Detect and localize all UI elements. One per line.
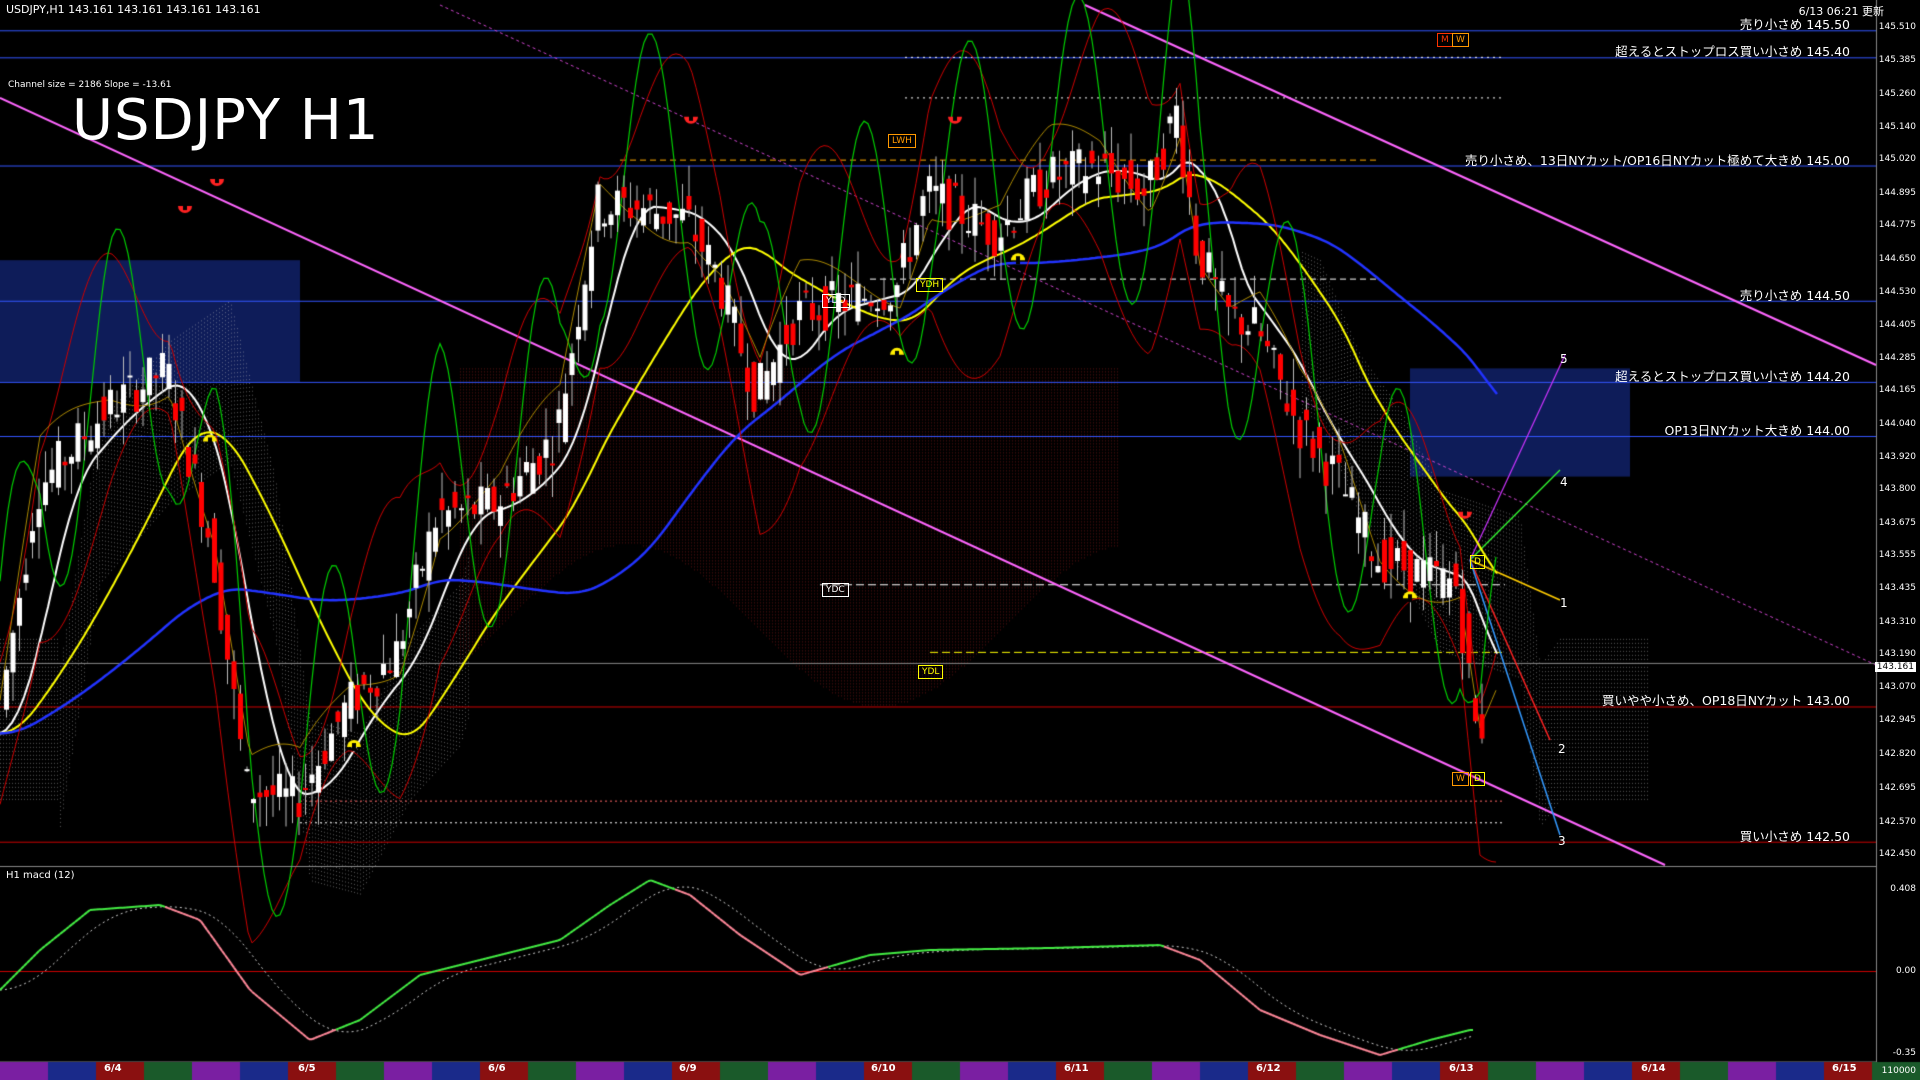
price-tick: 143.070 (1878, 681, 1916, 692)
date-tick: 6/9 (679, 1063, 697, 1074)
indicator-tag: LWH (888, 134, 916, 148)
date-tick: 6/14 (1641, 1063, 1666, 1074)
date-tick: 6/11 (1064, 1063, 1089, 1074)
level-label: 売り小さめ 145.50 (1739, 17, 1850, 33)
price-tick: 142.945 (1878, 715, 1916, 726)
price-tick: 145.385 (1878, 55, 1916, 66)
price-tick: 145.510 (1878, 21, 1916, 32)
date-tick: 6/15 (1832, 1063, 1857, 1074)
level-label: 売り小さめ 144.50 (1739, 287, 1850, 303)
volume-axis-bottom: 110000 (1881, 1066, 1916, 1076)
wave-label: 5 (1560, 352, 1568, 366)
price-tick: 144.285 (1878, 352, 1916, 363)
date-tick: 6/10 (871, 1063, 896, 1074)
current-price-badge: 143.161 (1874, 662, 1916, 672)
price-tick: 144.040 (1878, 419, 1916, 430)
date-tick: 6/5 (298, 1063, 316, 1074)
indicator-tag: W (1452, 33, 1469, 47)
date-tick: 6/6 (488, 1063, 506, 1074)
level-label: OP13日NYカット大きめ 144.00 (1664, 423, 1850, 438)
price-tick: 143.190 (1878, 649, 1916, 660)
price-tick: 142.450 (1878, 849, 1916, 860)
indicator-tag: M (1437, 33, 1453, 47)
date-tick: 6/4 (104, 1063, 122, 1074)
price-tick: 143.435 (1878, 582, 1916, 593)
level-label: 売り小さめ、13日NYカット/OP16日NYカット極めて大きめ 145.00 (1464, 152, 1850, 168)
chart-big-title: USDJPY H1 (72, 88, 380, 153)
indicator-tag: YDC (822, 583, 849, 597)
macd-axis-bottom: -0.35 (1892, 1048, 1916, 1058)
price-tick: 142.570 (1878, 816, 1916, 827)
macd-axis-zero: 0.00 (1895, 966, 1916, 976)
wave-label: 1 (1560, 596, 1568, 610)
symbol-header: USDJPY,H1 143.161 143.161 143.161 143.16… (6, 3, 261, 16)
indicator-tag: YDH (916, 278, 944, 292)
price-tick: 143.675 (1878, 517, 1916, 528)
indicator-tag: YDO (822, 294, 850, 308)
price-tick: 144.895 (1878, 187, 1916, 198)
price-tick: 145.260 (1878, 89, 1916, 100)
price-tick: 142.695 (1878, 782, 1916, 793)
price-tick: 145.140 (1878, 121, 1916, 132)
level-label: 買いやや小さめ、OP18日NYカット 143.00 (1602, 693, 1850, 709)
macd-axis-top: 0.408 (1890, 884, 1916, 894)
indicator-tag: YDL (918, 665, 944, 679)
wave-label: 3 (1558, 834, 1566, 848)
date-tick: 6/13 (1449, 1063, 1474, 1074)
price-tick: 144.650 (1878, 254, 1916, 265)
price-tick: 144.530 (1878, 286, 1916, 297)
wave-label: 4 (1560, 475, 1568, 489)
date-tick: 6/12 (1256, 1063, 1281, 1074)
wave-label: 2 (1558, 742, 1566, 756)
price-tick: 143.920 (1878, 451, 1916, 462)
price-tick: 143.310 (1878, 616, 1916, 627)
price-tick: 142.820 (1878, 749, 1916, 760)
indicator-tag: D (1470, 772, 1485, 786)
price-tick: 144.775 (1878, 220, 1916, 231)
level-label: 超えるとストップロス買い小さめ 145.40 (1615, 44, 1850, 60)
indicator-tag: W (1452, 772, 1469, 786)
price-tick: 143.555 (1878, 550, 1916, 561)
macd-title: H1 macd (12) (6, 870, 75, 881)
price-tick: 145.020 (1878, 154, 1916, 165)
price-tick: 144.165 (1878, 385, 1916, 396)
level-label: 買い小さめ 142.50 (1739, 828, 1850, 844)
indicator-tag: D (1470, 555, 1485, 569)
price-tick: 143.800 (1878, 484, 1916, 495)
price-tick: 144.405 (1878, 320, 1916, 331)
level-label: 超えるとストップロス買い小さめ 144.20 (1615, 368, 1850, 384)
